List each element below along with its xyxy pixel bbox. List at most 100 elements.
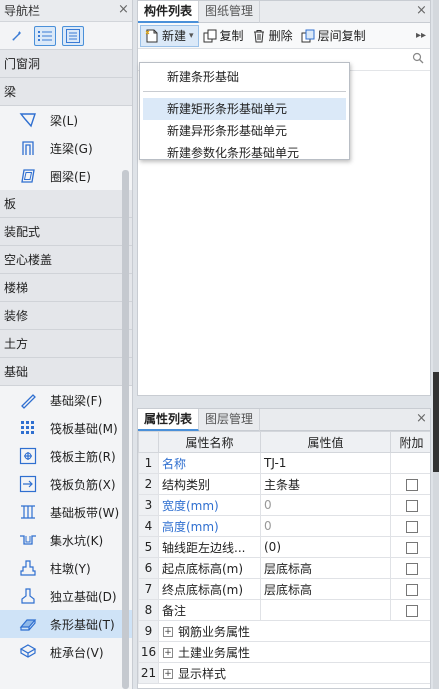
tab-property-list[interactable]: 属性列表 [138,409,200,431]
raft-main-rebar-icon [19,447,37,465]
nav-scrollbar[interactable] [122,170,129,689]
extra-checkbox[interactable] [405,541,418,554]
expand-plus-icon[interactable]: + [163,627,173,637]
property-tabs: 属性列表 图层管理 × [138,409,430,431]
column-pier-icon [20,560,36,576]
tab-drawing-management[interactable]: 图纸管理 [199,1,261,23]
table-row[interactable]: 7 终点底标高(m) 层底标高 [138,578,430,600]
tab-layer-management[interactable]: 图层管理 [199,409,261,431]
component-list-panel: 构件列表 图纸管理 × 新建 ▾ 复制 删除 层间复制 ▸▸ [137,0,431,396]
table-row[interactable]: 4 高度(mm) 0 [138,515,430,537]
menu-item-new-special-strip-unit[interactable]: 新建异形条形基础单元 [140,120,349,142]
property-value[interactable] [260,599,391,621]
nav-item-label: 梁(L) [50,113,79,128]
extra-cell [390,452,430,474]
close-icon[interactable]: × [416,409,427,431]
group-row[interactable]: 9 + 钢筋业务属性 [138,620,430,642]
category-slab[interactable]: 板 [0,190,132,218]
list-view-button[interactable] [34,25,56,46]
delete-button-label: 删除 [268,29,293,43]
nav-item-raft-negative-rebar[interactable]: 筏板负筋(X) [0,470,132,498]
close-icon[interactable]: × [118,0,129,22]
expand-toggle-button[interactable] [6,26,28,46]
property-value[interactable]: 层底标高 [260,557,391,579]
category-beam[interactable]: 梁 [0,78,132,106]
row-number: 8 [138,599,159,621]
extra-cell [390,473,430,495]
component-tabs: 构件列表 图纸管理 × [138,1,430,23]
menu-item-new-param-strip-unit[interactable]: 新建参数化条形基础单元 [140,142,349,164]
extra-checkbox[interactable] [405,478,418,491]
extra-checkbox[interactable] [405,520,418,533]
extra-checkbox[interactable] [405,604,418,617]
property-table: 属性名称 属性值 附加 1 名称 TJ-1 2 结构类别 主条基 3 宽度(mm) 0 4 高度(m… [138,431,430,684]
nav-item-label: 桩承台(V) [50,645,104,660]
group-row[interactable]: 21 + 显示样式 [138,662,430,684]
table-row[interactable]: 6 起点底标高(m) 层底标高 [138,557,430,579]
floor-copy-button[interactable]: 层间复制 [297,25,370,47]
isolated-footing-icon [21,588,35,604]
property-value[interactable]: TJ-1 [260,452,391,474]
category-prefab[interactable]: 装配式 [0,218,132,246]
nav-item-strip-foundation[interactable]: 条形基础(T) [0,610,132,638]
row-number: 6 [138,557,159,579]
table-row[interactable]: 5 轴线距左边线... (0) [138,536,430,558]
new-dropdown-menu: 新建条形基础 新建矩形条形基础单元 新建异形条形基础单元 新建参数化条形基础单元 [139,62,350,160]
nav-item-raft-main-rebar[interactable]: 筏板主筋(R) [0,442,132,470]
nav-title: 导航栏 [4,4,41,18]
category-door[interactable]: 门窗洞 [0,50,132,78]
expand-plus-icon[interactable]: + [163,669,173,679]
table-row[interactable]: 2 结构类别 主条基 [138,473,430,495]
table-row[interactable]: 8 备注 [138,599,430,621]
menu-item-new-rect-strip-unit[interactable]: 新建矩形条形基础单元 [143,98,346,120]
menu-item-new-strip-foundation[interactable]: 新建条形基础 [140,66,349,88]
property-value[interactable]: 层底标高 [260,578,391,600]
nav-item-coupling-beam[interactable]: 连梁(G) [0,134,132,162]
property-value[interactable]: 主条基 [260,473,391,495]
extra-checkbox[interactable] [405,499,418,512]
property-value[interactable]: 0 [260,494,391,516]
group-row[interactable]: 16 + 土建业务属性 [138,641,430,663]
table-row[interactable]: 1 名称 TJ-1 [138,452,430,474]
extra-checkbox[interactable] [405,583,418,596]
property-list-panel: 属性列表 图层管理 × 属性名称 属性值 附加 1 名称 TJ-1 2 结构类别 主条基 3… [137,408,431,689]
category-hollow[interactable]: 空心楼盖 [0,246,132,274]
nav-item-isolated-footing[interactable]: 独立基础(D) [0,582,132,610]
nav-item-column-pier[interactable]: 柱墩(Y) [0,554,132,582]
navigation-panel: 导航栏 × 门窗洞 梁 梁(L) 连梁(G) 圈梁(E) 板 装配式 空心楼盖 … [0,0,133,689]
extra-checkbox[interactable] [405,562,418,575]
nav-item-label: 连梁(G) [50,141,93,156]
row-number: 7 [138,578,159,600]
table-row[interactable]: 3 宽度(mm) 0 [138,494,430,516]
copy-button[interactable]: 复制 [199,25,248,47]
row-number: 2 [138,473,159,495]
nav-item-beam[interactable]: 梁(L) [0,106,132,134]
property-value[interactable]: (0) [260,536,391,558]
nav-item-raft-foundation[interactable]: 筏板基础(M) [0,414,132,442]
floor-copy-icon [301,29,315,42]
window-scroll-thumb[interactable] [433,372,439,472]
nav-item-sump[interactable]: 集水坑(K) [0,526,132,554]
category-decor[interactable]: 装修 [0,302,132,330]
nav-item-foundation-strip[interactable]: 基础板带(W) [0,498,132,526]
property-name: 宽度(mm) [158,494,261,516]
category-stair[interactable]: 楼梯 [0,274,132,302]
category-earth[interactable]: 土方 [0,330,132,358]
nav-item-pile-cap[interactable]: 桩承台(V) [0,638,132,666]
extra-cell [390,557,430,579]
property-value[interactable]: 0 [260,515,391,537]
category-foundation[interactable]: 基础 [0,358,132,386]
pile-cap-icon [19,644,37,658]
nav-item-ring-beam[interactable]: 圈梁(E) [0,162,132,190]
nav-item-foundation-beam[interactable]: 基础梁(F) [0,386,132,414]
delete-button[interactable]: 删除 [248,25,297,47]
close-icon[interactable]: × [416,1,427,23]
detail-view-button[interactable] [62,25,84,46]
expand-plus-icon[interactable]: + [163,648,173,658]
tab-component-list[interactable]: 构件列表 [138,1,200,23]
row-number: 5 [138,536,159,558]
new-button[interactable]: 新建 ▾ [140,24,199,47]
extra-cell [390,599,430,621]
more-icon[interactable]: ▸▸ [416,30,426,41]
raft-negative-rebar-icon [19,475,37,493]
